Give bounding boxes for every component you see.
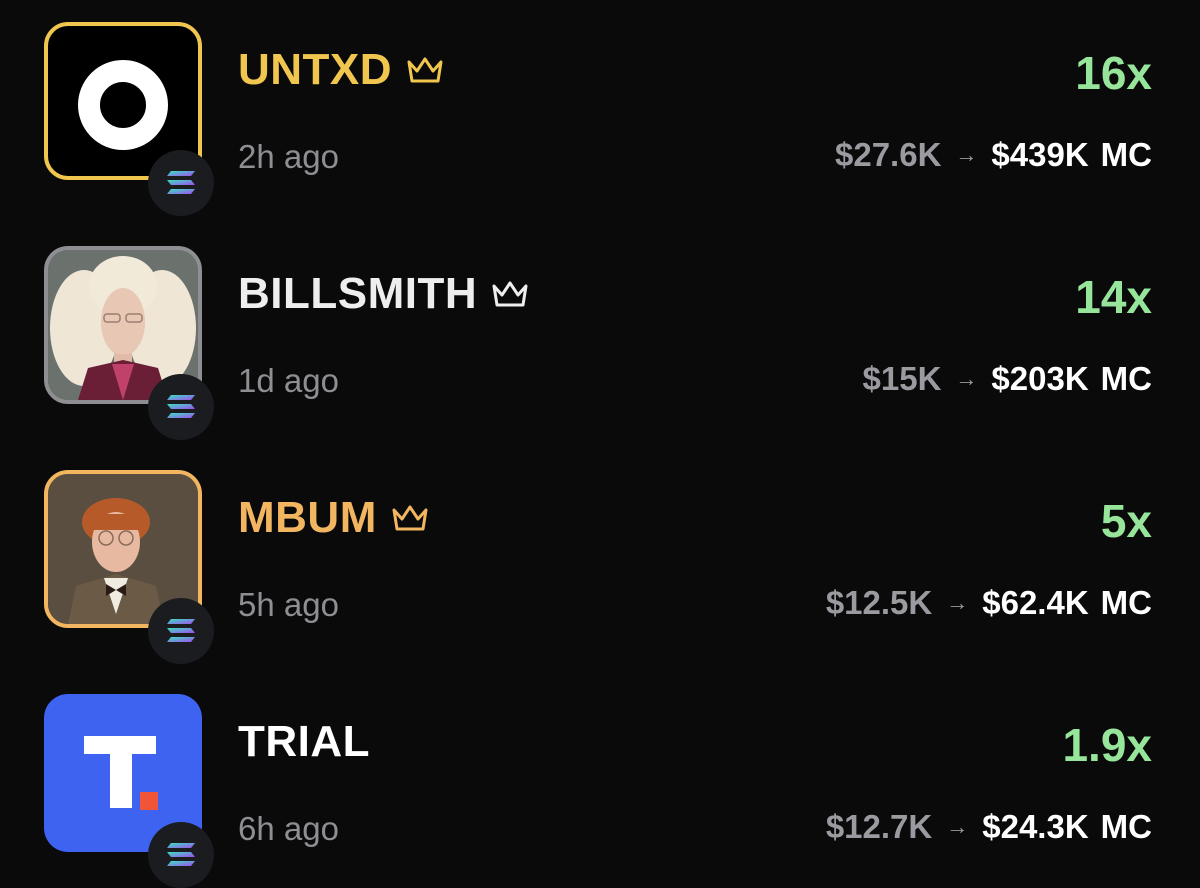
solana-icon (148, 822, 214, 888)
token-multiplier: 5x (1100, 495, 1152, 547)
token-multiplier: 16x (1075, 47, 1152, 99)
mc-unit: MC (1100, 584, 1152, 621)
token-row[interactable]: TRIAL 6h ago 1.9x $12.7K → $24.3K MC (0, 694, 1200, 888)
token-name-text: UNTXD (238, 45, 393, 94)
market-cap-change: $12.5K → $62.4K MC (826, 586, 1152, 619)
solana-icon (148, 598, 214, 664)
mc-unit: MC (1100, 808, 1152, 845)
mc-to: $203K (991, 360, 1089, 397)
mc-unit: MC (1100, 136, 1152, 173)
crown-icon (406, 56, 444, 84)
token-row[interactable]: MBUM 5h ago 5x $12.5K → $62.4K MC (0, 470, 1200, 664)
token-name-text: BILLSMITH (238, 269, 478, 318)
solana-icon (148, 374, 214, 440)
token-name: UNTXD (238, 48, 444, 92)
token-name: MBUM (238, 496, 429, 540)
mc-to: $439K (991, 136, 1089, 173)
token-name-text: MBUM (238, 493, 377, 542)
mc-to: $62.4K (982, 584, 1089, 621)
arrow-right-icon: → (946, 589, 969, 615)
token-time: 6h ago (238, 810, 339, 847)
mc-unit: MC (1100, 360, 1152, 397)
mc-to: $24.3K (982, 808, 1089, 845)
token-time: 2h ago (238, 138, 339, 175)
mc-from: $12.7K (825, 808, 933, 845)
crown-icon (491, 280, 529, 308)
mc-from: $15K (862, 360, 942, 397)
solana-icon (148, 150, 214, 216)
arrow-right-icon: → (955, 141, 978, 167)
token-row[interactable]: BILLSMITH 1d ago 14x $15K → $203K MC (0, 246, 1200, 440)
token-time: 5h ago (238, 586, 339, 623)
token-name-text: TRIAL (238, 717, 371, 766)
market-cap-change: $15K → $203K MC (863, 362, 1152, 395)
token-row[interactable]: UNTXD 2h ago 16x $27.6K → $439K MC (0, 22, 1200, 216)
mc-from: $27.6K (835, 136, 942, 173)
arrow-right-icon: → (946, 813, 969, 839)
token-name: TRIAL (238, 720, 370, 764)
arrow-right-icon: → (955, 365, 978, 391)
token-multiplier: 14x (1075, 271, 1152, 323)
market-cap-change: $27.6K → $439K MC (835, 138, 1152, 171)
token-time: 1d ago (238, 362, 339, 399)
market-cap-change: $12.7K → $24.3K MC (826, 810, 1152, 843)
mc-from: $12.5K (825, 584, 933, 621)
crown-icon (391, 504, 429, 532)
token-multiplier: 1.9x (1062, 719, 1152, 771)
token-name: BILLSMITH (238, 272, 529, 316)
